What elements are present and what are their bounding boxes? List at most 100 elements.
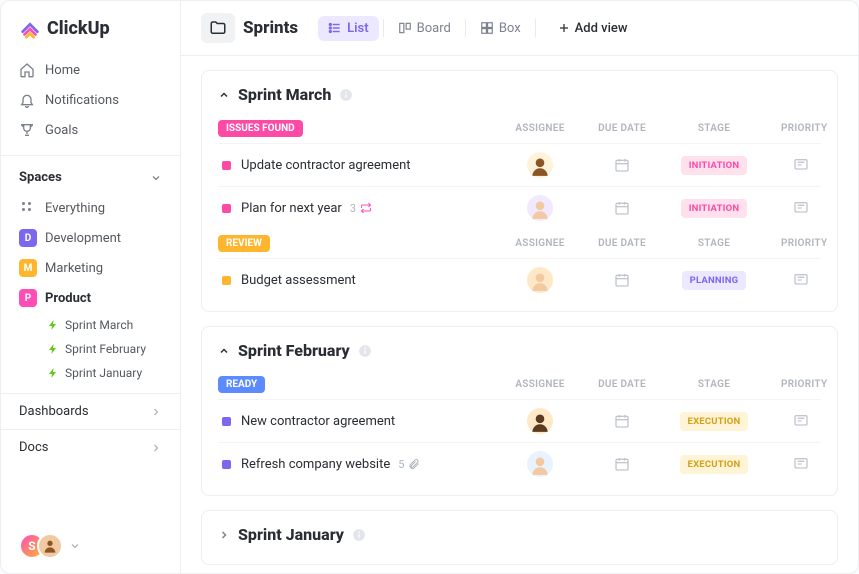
col-due: DUE DATE [597, 379, 647, 390]
assignee-cell[interactable] [515, 195, 565, 221]
sprint-title: Sprint February [238, 341, 350, 360]
col-assignee: ASSIGNEE [515, 123, 565, 134]
stage-cell[interactable]: EXECUTION [679, 455, 749, 474]
group-header: REVIEWASSIGNEEDUE DATESTAGEPRIORITY [218, 229, 821, 258]
status-dot [222, 204, 231, 213]
due-date-cell[interactable] [597, 413, 647, 429]
stage-badge: INITIATION [681, 199, 748, 218]
task-row[interactable]: Budget assessment PLANNING [218, 258, 821, 301]
group-tag[interactable]: REVIEW [218, 235, 270, 252]
link-label: Dashboards [19, 404, 89, 419]
folder-label: Sprint March [65, 318, 133, 332]
space-product[interactable]: P Product [1, 283, 180, 313]
group-tag[interactable]: ISSUES FOUND [218, 120, 303, 137]
stage-cell[interactable]: PLANNING [679, 271, 749, 290]
sprint-icon [47, 343, 59, 355]
avatar [527, 195, 553, 221]
view-list[interactable]: List [318, 16, 378, 41]
group-header: ISSUES FOUNDASSIGNEEDUE DATESTAGEPRIORIT… [218, 114, 821, 143]
priority-cell[interactable] [781, 157, 821, 173]
priority-cell[interactable] [781, 456, 821, 472]
nav-notifications[interactable]: Notifications [1, 85, 180, 115]
stage-cell[interactable]: INITIATION [679, 199, 749, 218]
space-marketing[interactable]: M Marketing [1, 253, 180, 283]
assignee-cell[interactable] [515, 408, 565, 434]
task-row[interactable]: New contractor agreementEXECUTION [218, 399, 821, 442]
assignee-cell[interactable] [515, 451, 565, 477]
folder-sprint-january[interactable]: Sprint January [29, 361, 180, 385]
spaces-header[interactable]: Spaces [1, 166, 180, 193]
logo[interactable]: ClickUp [1, 1, 180, 51]
info-icon[interactable] [339, 88, 353, 102]
priority-cell[interactable] [781, 272, 821, 288]
box-icon [480, 21, 494, 35]
avatar [527, 451, 553, 477]
status-dot [222, 460, 231, 469]
status-dot [222, 161, 231, 170]
col-assignee: ASSIGNEE [515, 238, 565, 249]
due-date-cell[interactable] [597, 456, 647, 472]
task-name: Refresh company website [241, 457, 390, 472]
folder-icon [209, 19, 227, 37]
space-everything[interactable]: Everything [1, 193, 180, 223]
sprint-card: Sprint February READYASSIGNEEDUE DATESTAG… [201, 326, 838, 496]
stage-cell[interactable]: INITIATION [679, 156, 749, 175]
chevron-down-icon [150, 172, 162, 184]
group-header: READYASSIGNEEDUE DATESTAGEPRIORITY [218, 370, 821, 399]
sprint-toggle[interactable]: Sprint March [218, 85, 821, 104]
view-box[interactable]: Box [470, 16, 531, 41]
col-due: DUE DATE [597, 238, 647, 249]
view-label: Box [499, 21, 521, 36]
sprint-toggle[interactable]: Sprint February [218, 341, 821, 360]
view-label: Board [417, 21, 451, 36]
link-label: Docs [19, 440, 48, 455]
stage-badge: EXECUTION [680, 412, 749, 431]
priority-cell[interactable] [781, 200, 821, 216]
priority-cell[interactable] [781, 413, 821, 429]
nav-goals[interactable]: Goals [1, 115, 180, 145]
info-icon[interactable] [358, 344, 372, 358]
user-switcher[interactable]: S [1, 519, 180, 573]
add-view-button[interactable]: Add view [548, 16, 638, 41]
list-icon [328, 21, 342, 35]
topbar: Sprints List Board Box [181, 1, 858, 56]
due-date-cell[interactable] [597, 200, 647, 216]
stage-badge: INITIATION [681, 156, 748, 175]
space-development[interactable]: D Development [1, 223, 180, 253]
sprint-icon [47, 367, 59, 379]
main-content: Sprints List Board Box [181, 1, 858, 573]
nav-label: Goals [45, 123, 78, 138]
home-icon [19, 62, 35, 78]
task-row[interactable]: Update contractor agreementINITIATION [218, 143, 821, 186]
board-icon [398, 21, 412, 35]
nav-label: Notifications [45, 93, 119, 108]
task-meta: 3 [350, 202, 372, 215]
folder-sprint-march[interactable]: Sprint March [29, 313, 180, 337]
assignee-cell[interactable] [515, 267, 565, 293]
chevron-right-icon [150, 442, 162, 454]
nav-home[interactable]: Home [1, 55, 180, 85]
due-date-cell[interactable] [597, 157, 647, 173]
status-dot [222, 417, 231, 426]
stage-cell[interactable]: EXECUTION [679, 412, 749, 431]
folder-label: Sprint January [65, 366, 142, 380]
task-row[interactable]: Plan for next year 3 INITIATION [218, 186, 821, 229]
folder-sprint-february[interactable]: Sprint February [29, 337, 180, 361]
nav-docs[interactable]: Docs [1, 429, 180, 465]
space-label: Product [45, 291, 91, 306]
assignee-cell[interactable] [515, 152, 565, 178]
view-board[interactable]: Board [388, 16, 461, 41]
grid-icon [19, 199, 37, 217]
nav-dashboards[interactable]: Dashboards [1, 393, 180, 429]
due-date-cell[interactable] [597, 272, 647, 288]
task-name: Budget assessment [241, 273, 356, 288]
sprint-toggle[interactable]: Sprint January [218, 525, 821, 544]
group-tag[interactable]: READY [218, 376, 265, 393]
trophy-icon [19, 122, 35, 138]
task-name: Plan for next year [241, 201, 342, 216]
task-row[interactable]: Refresh company website5 EXECUTION [218, 442, 821, 485]
folder-button[interactable] [201, 13, 235, 43]
chevron-down-icon [69, 540, 81, 552]
bell-icon [19, 92, 35, 108]
info-icon[interactable] [352, 528, 366, 542]
